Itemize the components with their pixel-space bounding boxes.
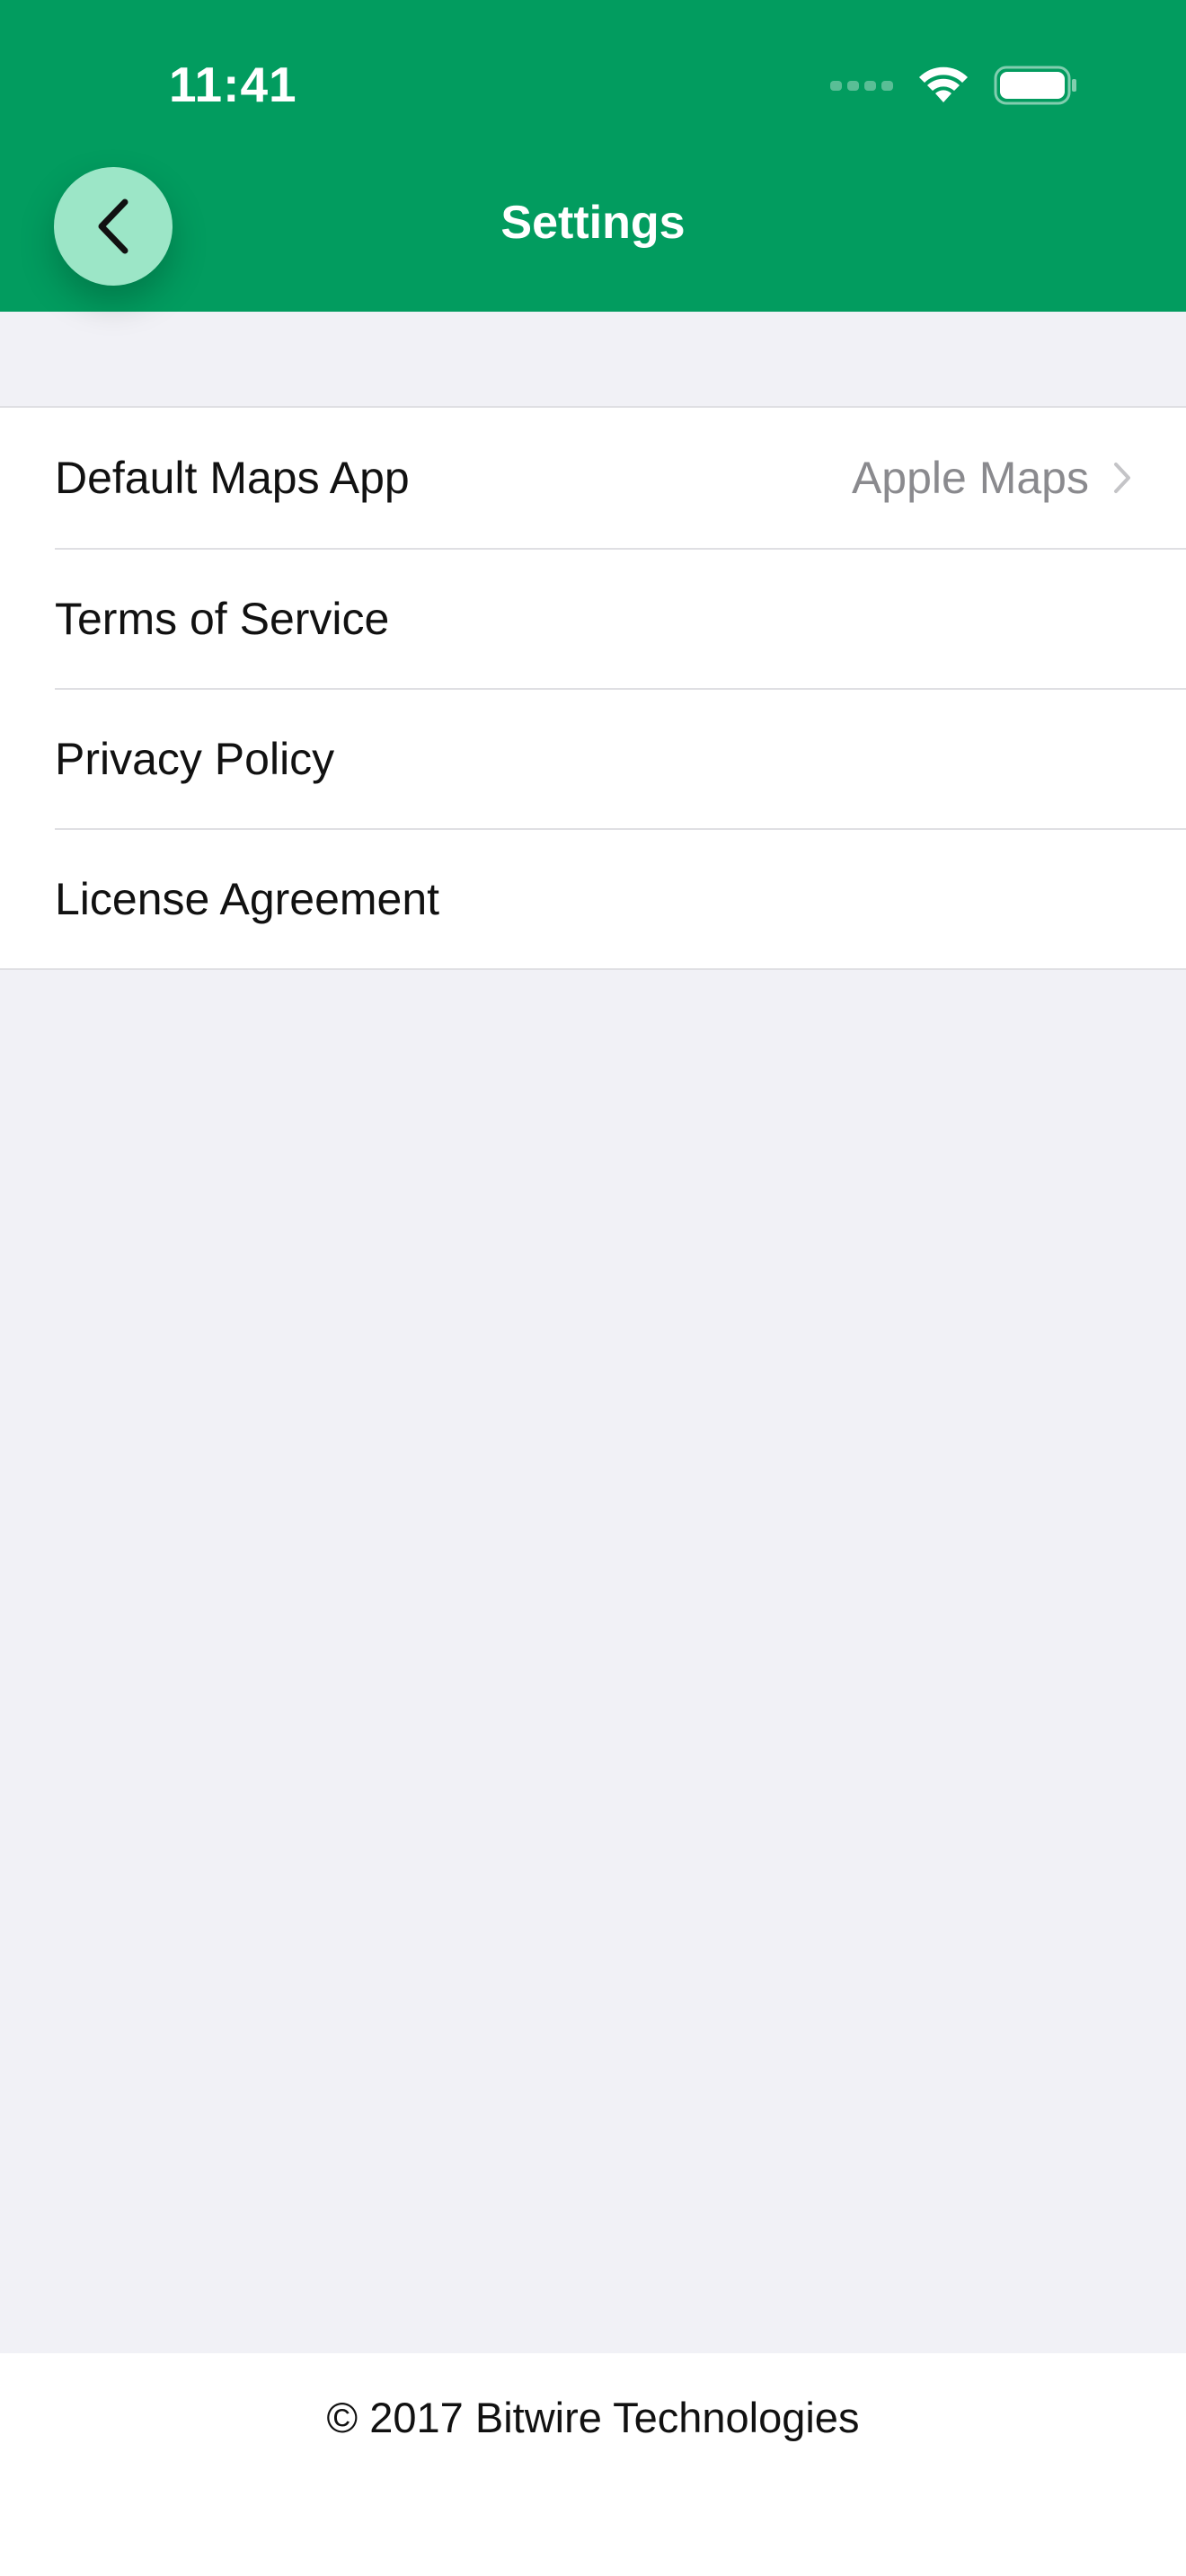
status-icons [830,65,1078,106]
settings-row-terms-of-service[interactable]: Terms of Service [55,548,1186,688]
settings-row-default-maps-app[interactable]: Default Maps App Apple Maps [55,408,1186,548]
copyright-text: © 2017 Bitwire Technologies [326,2394,860,2441]
row-accessory: Apple Maps [852,452,1132,504]
battery-icon [994,66,1076,105]
chevron-left-icon [98,198,128,254]
row-label: Default Maps App [55,453,410,503]
navigation-header: 11:41 Settings [0,0,1186,312]
settings-list: Default Maps App Apple Maps Terms of Ser… [0,406,1186,970]
settings-row-privacy-policy[interactable]: Privacy Policy [55,688,1186,828]
wifi-icon [919,66,968,102]
row-label: Terms of Service [55,594,390,644]
row-label: Privacy Policy [55,734,335,784]
row-value: Apple Maps [851,453,1089,503]
chevron-right-icon [1114,463,1130,493]
settings-row-license-agreement[interactable]: License Agreement [55,828,1186,968]
back-button[interactable] [54,167,173,286]
page-title: Settings [500,197,686,249]
footer: © 2017 Bitwire Technologies [0,2353,1186,2576]
row-label: License Agreement [55,874,440,924]
settings-screen: 11:41 Settings Default Maps App Apple Ma… [0,0,1186,2576]
status-time: 11:41 [169,57,297,112]
cellular-signal-icon [830,80,893,91]
